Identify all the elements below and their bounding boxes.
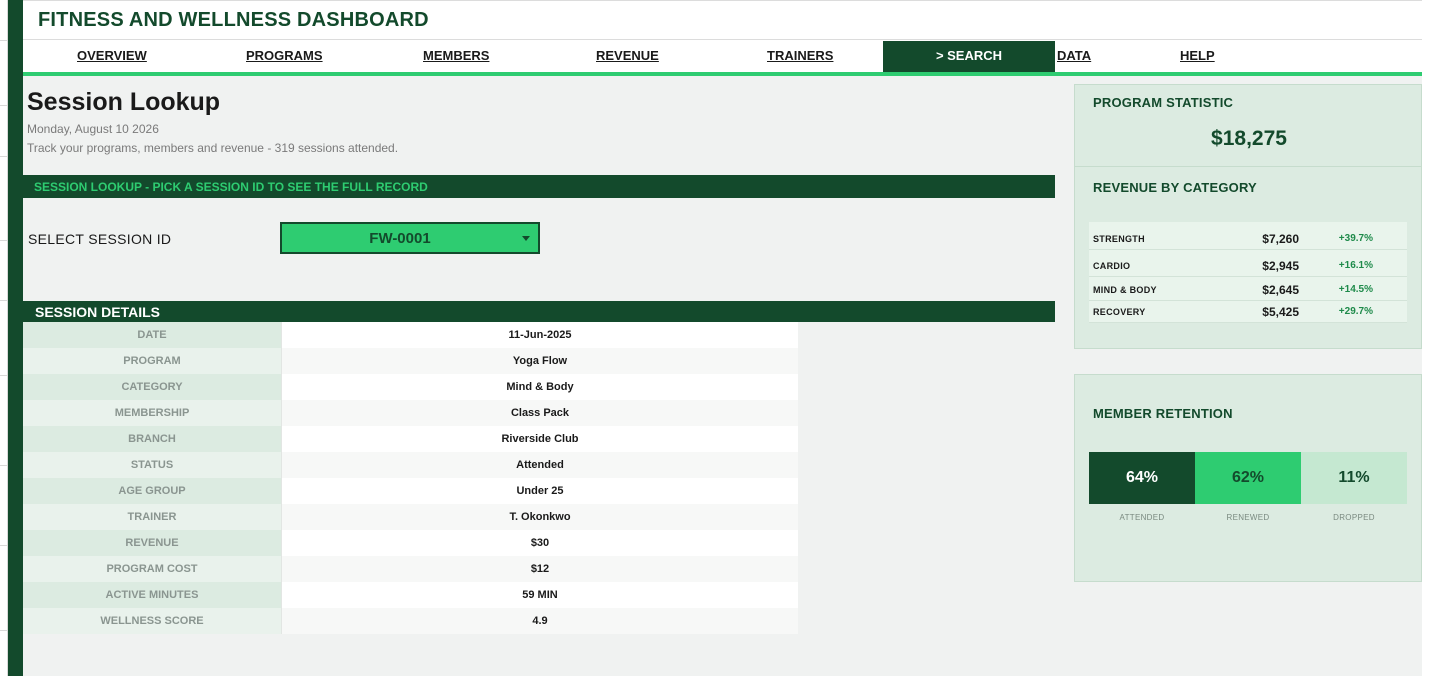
lookup-header-band: SESSION LOOKUP - PICK A SESSION ID TO SE… <box>23 175 1055 198</box>
page-title: Session Lookup <box>27 88 221 116</box>
table-row: PROGRAM COST $12 <box>23 556 798 582</box>
page-date: Monday, August 10 2026 <box>27 122 159 136</box>
member-retention-title: MEMBER RETENTION <box>1093 406 1233 421</box>
nav-revenue[interactable]: REVENUE <box>596 41 659 72</box>
category-change: +39.7% <box>1338 233 1373 244</box>
detail-value: Attended <box>281 452 798 478</box>
category-name: RECOVERY <box>1093 307 1146 317</box>
category-amount: $7,260 <box>1262 232 1299 246</box>
sheet-bottom-area <box>0 676 1447 700</box>
list-item: CARDIO $2,945 +16.1% <box>1089 255 1407 277</box>
table-row: STATUS Attended <box>23 452 798 478</box>
title-bar: FITNESS AND WELLNESS DASHBOARD <box>23 0 1422 40</box>
detail-label: PROGRAM <box>23 348 281 374</box>
detail-value: 59 MIN <box>281 582 798 608</box>
table-row: WELLNESS SCORE 4.9 <box>23 608 798 634</box>
dashboard-title: FITNESS AND WELLNESS DASHBOARD <box>38 9 429 31</box>
detail-value: $30 <box>281 530 798 556</box>
left-accent-bar <box>8 0 23 676</box>
retention-renewed-label: RENEWED <box>1226 513 1270 522</box>
detail-value: Riverside Club <box>281 426 798 452</box>
nav-data[interactable]: DATA <box>1057 41 1091 72</box>
category-amount: $2,645 <box>1262 283 1299 297</box>
table-row: AGE GROUP Under 25 <box>23 478 798 504</box>
session-details-band: SESSION DETAILS <box>23 301 1055 322</box>
session-details-title: SESSION DETAILS <box>35 304 160 320</box>
detail-label: PROGRAM COST <box>23 556 281 582</box>
detail-label: BRANCH <box>23 426 281 452</box>
revenue-category-table: STRENGTH $7,260 +39.7% CARDIO $2,945 +16… <box>1089 222 1407 323</box>
nav-overview[interactable]: OVERVIEW <box>77 41 147 72</box>
table-row: BRANCH Riverside Club <box>23 426 798 452</box>
detail-label: DATE <box>23 322 281 348</box>
chevron-down-icon[interactable] <box>522 236 530 241</box>
detail-value: Under 25 <box>281 478 798 504</box>
revenue-by-category-title: REVENUE BY CATEGORY <box>1093 180 1257 195</box>
member-retention-panel: MEMBER RETENTION 64% 62% 11% ATTENDED RE… <box>1074 374 1422 582</box>
detail-label: TRAINER <box>23 504 281 530</box>
retention-dropped-label: DROPPED <box>1333 513 1375 522</box>
detail-value: $12 <box>281 556 798 582</box>
category-amount: $5,425 <box>1262 305 1299 319</box>
category-amount: $2,945 <box>1262 259 1299 273</box>
panel-divider <box>1075 166 1421 167</box>
detail-label: STATUS <box>23 452 281 478</box>
detail-label: ACTIVE MINUTES <box>23 582 281 608</box>
nav-search-active[interactable]: > SEARCH <box>883 41 1055 72</box>
detail-value: 11-Jun-2025 <box>281 322 798 348</box>
sheet-row-gutter <box>0 0 8 700</box>
table-row: TRAINER T. Okonkwo <box>23 504 798 530</box>
detail-label: REVENUE <box>23 530 281 556</box>
retention-attended-label: ATTENDED <box>1119 513 1165 522</box>
retention-attended-tile: 64% <box>1089 452 1195 504</box>
lookup-header-text: SESSION LOOKUP - PICK A SESSION ID TO SE… <box>34 180 428 194</box>
detail-label: AGE GROUP <box>23 478 281 504</box>
category-change: +14.5% <box>1338 284 1373 295</box>
category-change: +29.7% <box>1338 306 1373 317</box>
page-tagline: Track your programs, members and revenue… <box>27 141 399 155</box>
select-session-label: SELECT SESSION ID <box>28 231 172 247</box>
session-id-dropdown[interactable]: FW-0001 <box>280 222 540 254</box>
nav-programs[interactable]: PROGRAMS <box>246 41 323 72</box>
detail-value: T. Okonkwo <box>281 504 798 530</box>
table-row: ACTIVE MINUTES 59 MIN <box>23 582 798 608</box>
detail-value: Mind & Body <box>281 374 798 400</box>
retention-renewed-tile: 62% <box>1195 452 1301 504</box>
list-item: MIND & BODY $2,645 +14.5% <box>1089 279 1407 301</box>
table-row: DATE 11-Jun-2025 <box>23 322 798 348</box>
program-statistic-panel: PROGRAM STATISTIC $18,275 REVENUE BY CAT… <box>1074 84 1422 349</box>
detail-value: Yoga Flow <box>281 348 798 374</box>
detail-label: CATEGORY <box>23 374 281 400</box>
category-name: STRENGTH <box>1093 234 1145 244</box>
detail-value: Class Pack <box>281 400 798 426</box>
program-total-value: $18,275 <box>1211 127 1287 150</box>
table-row: MEMBERSHIP Class Pack <box>23 400 798 426</box>
session-details-table: DATE 11-Jun-2025 PROGRAM Yoga Flow CATEG… <box>23 322 798 634</box>
list-item: RECOVERY $5,425 +29.7% <box>1089 301 1407 323</box>
table-row: CATEGORY Mind & Body <box>23 374 798 400</box>
detail-value: 4.9 <box>281 608 798 634</box>
nav-trainers[interactable]: TRAINERS <box>767 41 833 72</box>
table-row: PROGRAM Yoga Flow <box>23 348 798 374</box>
retention-dropped-tile: 11% <box>1301 452 1407 504</box>
nav-members[interactable]: MEMBERS <box>423 41 489 72</box>
program-statistic-title: PROGRAM STATISTIC <box>1093 95 1234 110</box>
nav-bar: OVERVIEW PROGRAMS MEMBERS REVENUE TRAINE… <box>23 41 1422 72</box>
detail-label: MEMBERSHIP <box>23 400 281 426</box>
nav-help[interactable]: HELP <box>1180 41 1215 72</box>
category-name: MIND & BODY <box>1093 285 1157 295</box>
main-content: Session Lookup Monday, August 10 2026 Tr… <box>23 76 1422 676</box>
session-id-value: FW-0001 <box>369 230 431 247</box>
list-item: STRENGTH $7,260 +39.7% <box>1089 228 1407 250</box>
category-name: CARDIO <box>1093 261 1131 271</box>
category-change: +16.1% <box>1338 260 1373 271</box>
detail-label: WELLNESS SCORE <box>23 608 281 634</box>
table-row: REVENUE $30 <box>23 530 798 556</box>
